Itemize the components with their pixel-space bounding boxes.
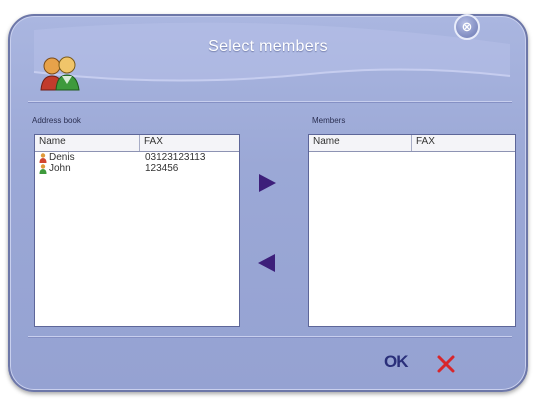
contact-name: John [49,163,71,174]
column-fax[interactable]: FAX [411,135,515,151]
address-book-header: Name FAX [35,135,239,152]
dialog-title: Select members [208,38,328,55]
members-label: Members [312,116,346,125]
person-icon [39,163,47,174]
column-name[interactable]: Name [35,135,139,151]
members-header: Name FAX [309,135,515,152]
select-members-dialog: Select members ⊗ Address book Members Na… [8,14,528,392]
column-name[interactable]: Name [309,135,411,151]
cancel-x-icon[interactable] [436,354,456,374]
close-button[interactable]: ⊗ [454,14,480,40]
contact-name: Denis [49,152,75,163]
contact-fax: 123456 [145,163,179,174]
address-book-list[interactable]: Name FAX Denis 03123123113 John 123456 [34,134,240,327]
contact-name-cell: Denis [35,152,139,163]
contact-row[interactable]: John 123456 [35,163,239,174]
header-decoration [33,22,511,82]
close-icon: ⊗ [461,19,473,35]
contact-name-cell: John [35,163,139,174]
arrow-left-icon[interactable] [256,252,278,274]
header-separator [28,101,512,103]
ok-button[interactable]: OK [384,352,408,372]
person-icon [39,152,47,163]
arrow-right-icon[interactable] [256,172,278,194]
users-avatar-icon [40,56,80,91]
contact-fax: 03123123113 [145,152,206,163]
members-list[interactable]: Name FAX [308,134,516,327]
column-fax[interactable]: FAX [139,135,239,151]
address-book-label: Address book [32,116,81,125]
contact-row[interactable]: Denis 03123123113 [35,152,239,163]
footer-separator [28,336,512,338]
